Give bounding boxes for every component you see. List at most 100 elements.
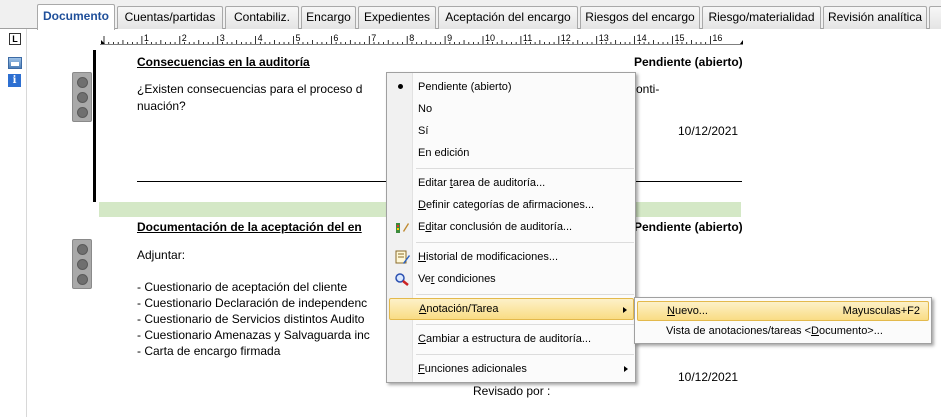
menu-item-label: itar conclusión de auditoría... [431,221,573,233]
menu-item-accel: N [667,305,675,317]
tab-cuentas-partidas[interactable]: Cuentas/partidas [117,6,223,29]
ruler-number: 9 [447,33,452,43]
history-icon [395,250,410,264]
menu-item-edit-conclusion[interactable]: Editar conclusión de auditoría... [389,216,634,238]
tab-revision-analitica[interactable]: Revisión analítica [823,6,927,29]
tab-encargo[interactable]: Encargo [301,6,356,29]
menu-item-label: Pendiente (abierto) [418,81,512,93]
tab-aceptacion-del-encargo[interactable]: Aceptación del encargo [438,6,578,29]
ruler-number: 15 [675,33,685,43]
edit-conclusion-icon [396,223,409,233]
ruler-number: 8 [409,33,414,43]
menu-separator [416,242,634,243]
traffic-light-icon[interactable] [72,72,92,122]
date-text: 10/12/2021 [678,124,739,138]
menu-item-status-no[interactable]: No [389,98,634,120]
tab-contabiliz[interactable]: Contabiliz. [225,6,299,29]
traffic-lamp-red [77,244,88,255]
traffic-lamp-yellow [77,259,88,270]
menu-item-label: efinir categorías de afirmaciones... [425,199,595,211]
ruler-number: 13 [599,33,609,43]
radio-bullet-icon [398,84,403,89]
ruler-number: 11 [523,33,532,43]
list-item: - Cuestionario Declaración de independen… [137,296,368,310]
list-item: - Carta de encargo firmada [137,344,281,358]
tab-documento[interactable]: Documento [37,4,115,30]
submenu-item-new[interactable]: Nuevo... Mayusculas+F2 [637,301,929,321]
menu-item-label: area de auditoría... [452,177,546,189]
menu-item-history[interactable]: Historial de modificaciones... [389,246,634,268]
ruler-number: 16 [712,33,722,43]
question-text: ¿Existen consecuencias para el proceso d [137,82,363,96]
question-text-cont: nuación? [137,99,186,113]
menu-item-edit-task[interactable]: Editar tarea de auditoría... [389,172,634,194]
submenu-arrow-icon [623,307,627,313]
tab-overflow[interactable] [929,6,941,29]
menu-item-accel: H [418,251,426,263]
menu-item-accel: D [418,199,426,211]
ruler-number: 4 [258,33,263,43]
section-heading: Documentación de la aceptación del en [137,220,362,234]
menu-item-annotation-task[interactable]: Anotación/Tarea [389,298,634,320]
traffic-lamp-yellow [77,92,88,103]
menu-separator [416,168,634,169]
menu-item-label: Ve [418,273,431,285]
ruler-number: 1 [144,33,149,43]
menu-item-change-structure[interactable]: Cambiar a estructura de auditoría... [389,328,634,350]
menu-separator [416,324,634,325]
ruler-number: 6 [333,33,338,43]
question-text-end: onti- [636,82,660,96]
menu-item-view-conditions[interactable]: Ver condiciones [389,268,634,290]
menu-item-label: uevo... [674,305,708,317]
section-heading: Consecuencias en la auditoría [137,55,310,69]
menu-item-label: condiciones [434,273,496,285]
menu-item-label: En edición [418,147,470,159]
selection-bar [93,50,96,202]
view-conditions-icon [395,273,409,286]
tab-riesgo-materialidad[interactable]: Riesgo/materialidad [702,6,821,29]
menu-item-label: istorial de modificaciones... [425,251,559,263]
submenu-arrow-icon [624,366,628,372]
traffic-lamp-green [77,274,88,285]
shortcut-label: Mayusculas+F2 [842,305,920,317]
menu-item-label: Editar [418,177,450,189]
right-margin-marker[interactable] [740,40,743,44]
left-toolbar [0,29,27,417]
ruler-number: 7 [371,33,376,43]
date-text: 10/12/2021 [678,370,739,384]
submenu-item-view-annotations[interactable]: Vista de anotaciones/tareas <Documento>.… [637,322,929,342]
ruler-number: 3 [220,33,225,43]
ruler-number: 14 [637,33,647,43]
menu-item-extra-functions[interactable]: Funciones adicionales [389,358,634,380]
menu-item-accel: F [418,363,425,375]
table-icon[interactable] [8,57,22,69]
menu-item-status-en-edicion[interactable]: En edición [389,142,634,164]
document-tab-bar: Documento Cuentas/partidas Contabiliz. E… [0,0,941,30]
tab-expedientes[interactable]: Expedientes [358,6,436,29]
ruler-number: 12 [561,33,571,43]
menu-item-label: unciones adicionales [424,363,527,375]
ruler[interactable]: 1 2 3 4 5 6 7 8 9 10 11 12 13 14 15 16 [100,32,743,46]
traffic-lamp-red [77,77,88,88]
menu-item-status-si[interactable]: Sí [389,120,634,142]
menu-item-label: No [418,103,433,115]
reviewed-by-label: Revisado por : [473,384,551,398]
menu-item-accel: C [418,333,426,345]
menu-item-status-pending[interactable]: Pendiente (abierto) [389,76,634,98]
menu-item-label: ocumento>... [819,325,883,337]
menu-separator [416,354,634,355]
menu-separator [416,294,634,295]
traffic-light-icon[interactable] [72,239,92,289]
tab-stop-selector[interactable]: L [9,33,21,45]
tab-riesgos-del-encargo[interactable]: Riesgos del encargo [580,6,700,29]
menu-item-label: ambiar a estructura de auditoría... [425,333,592,345]
status-badge: Pendiente (abierto) [634,220,743,234]
menu-item-define-categories[interactable]: Definir categorías de afirmaciones... [389,194,634,216]
traffic-lamp-green [77,107,88,118]
list-item: - Cuestionario de aceptación del cliente [137,280,348,294]
info-icon[interactable]: i [8,74,21,87]
attach-label: Adjuntar: [137,248,186,262]
menu-item-label: Sí [418,125,429,137]
ruler-scale: 1 2 3 4 5 6 7 8 9 10 11 12 13 14 15 16 [100,33,743,45]
left-margin-marker[interactable] [101,40,105,44]
